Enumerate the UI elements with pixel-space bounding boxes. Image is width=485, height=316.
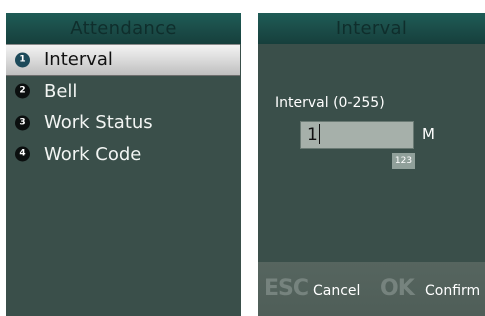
menu-item-label: Work Status	[44, 112, 153, 133]
interval-input[interactable]: 1	[300, 121, 414, 149]
unit-label: M	[422, 125, 435, 143]
title-bar: Attendance	[6, 13, 241, 44]
interval-field-label: Interval (0-255)	[275, 95, 385, 111]
title-bar: Interval	[258, 13, 485, 44]
menu-item-bell[interactable]: 2 Bell	[6, 76, 241, 108]
number-badge-4-icon: 4	[15, 146, 30, 162]
number-badge-2-icon: 2	[15, 83, 30, 99]
confirm-softkey[interactable]: Confirm	[425, 282, 480, 300]
screen-title: Attendance	[70, 18, 177, 39]
menu-item-label: Bell	[44, 80, 78, 102]
input-mode-badge: 123	[392, 153, 415, 169]
menu-item-label: Work Code	[44, 143, 142, 165]
softkey-bar: ESC Cancel OK Confirm	[258, 262, 485, 316]
number-badge-3-icon: 3	[15, 115, 30, 131]
ok-key-icon: OK	[380, 276, 415, 301]
attendance-menu-screen: Attendance 1 Interval 2 Bell 3 Work Stat…	[6, 13, 241, 316]
text-caret	[318, 123, 320, 144]
esc-key-icon: ESC	[264, 276, 309, 301]
menu-item-work-status[interactable]: 3 Work Status	[6, 107, 241, 139]
interval-input-value: 1	[307, 125, 318, 145]
menu-list: 1 Interval 2 Bell 3 Work Status 4 Work C…	[6, 44, 241, 170]
menu-item-interval[interactable]: 1 Interval	[6, 44, 240, 76]
cancel-softkey[interactable]: Cancel	[313, 282, 360, 300]
menu-item-label: Interval	[44, 49, 113, 70]
number-badge-1-icon: 1	[15, 52, 30, 68]
menu-item-work-code[interactable]: 4 Work Code	[6, 139, 241, 171]
screen-title: Interval	[335, 18, 408, 39]
interval-edit-screen: Interval Interval (0-255) 1 M 123 ESC Ca…	[258, 13, 485, 316]
